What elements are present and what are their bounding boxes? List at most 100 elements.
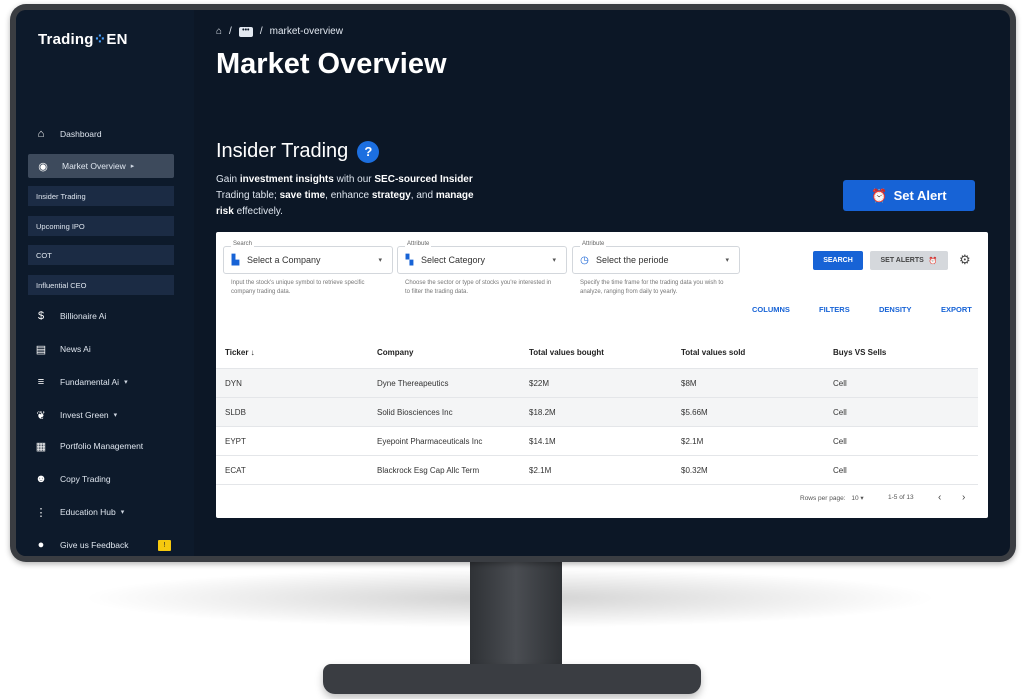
cell-ticker: ECAT <box>225 466 246 475</box>
chevron-down-icon: ▾ <box>113 412 118 419</box>
table-row[interactable]: ECAT Blackrock Esg Cap Allc Term $2.1M $… <box>216 456 978 485</box>
logo-text-suffix: EN <box>106 31 128 48</box>
chevron-down-icon: ▾ <box>378 257 382 264</box>
list-icon: ≡ <box>37 376 45 388</box>
clock-icon: ◷ <box>580 254 589 266</box>
search-button[interactable]: SEARCH <box>813 251 863 270</box>
monitor-stand-base <box>323 664 701 694</box>
sidebar-item-billionaire-ai[interactable]: $ Billionaire Ai <box>34 304 106 328</box>
monitor-stand-neck <box>470 562 562 670</box>
sidebar-item-label: News Ai <box>60 344 91 354</box>
sidebar-item-news-ai[interactable]: ▤ News Ai <box>34 337 91 361</box>
next-page-icon[interactable]: › <box>962 492 965 503</box>
section-intro: Gain investment insights with our SEC-so… <box>216 174 474 217</box>
cell-company: Blackrock Esg Cap Allc Term <box>377 466 480 475</box>
cell-buys-vs-sells: Cell <box>833 437 847 446</box>
column-header-ticker[interactable]: Ticker ↓ <box>225 348 255 357</box>
cell-sold: $8M <box>681 379 697 388</box>
insider-trading-table: Ticker ↓ Company Total values bought Tot… <box>216 337 978 485</box>
sidebar-item-education-hub[interactable]: ⋮ Education Hub ▾ <box>34 500 125 524</box>
cell-company: Dyne Thereapeutics <box>377 379 449 388</box>
filters-button[interactable]: FILTERS <box>819 305 850 314</box>
company-search-hint: Input the stock's unique symbol to retri… <box>231 280 365 295</box>
caret-right-icon: ▸ <box>130 163 135 170</box>
columns-button[interactable]: COLUMNS <box>752 305 790 314</box>
table-row[interactable]: SLDB Solid Biosciences Inc $18.2M $5.66M… <box>216 398 978 427</box>
sidebar-item-market-overview[interactable]: ◉ Market Overview ▸ <box>28 154 174 178</box>
sidebar-item-label: Fundamental Ai <box>60 377 120 387</box>
sidebar-item-portfolio-management[interactable]: ▦ Portfolio Management <box>34 434 143 458</box>
cell-company: Eyepoint Pharmaceuticals Inc <box>377 437 483 446</box>
sidebar-subitem-cot[interactable]: COT <box>28 245 174 265</box>
sidebar-item-dashboard[interactable]: ⌂ Dashboard <box>34 122 102 146</box>
monitor-frame: Trading⁘EN ⌂ Dashboard ◉ Market Overview… <box>10 4 1016 562</box>
section-title: Insider Trading ? <box>216 140 380 163</box>
period-select[interactable]: Attribute ◷ Select the periode ▾ <box>572 241 740 274</box>
home-icon[interactable]: ⌂ <box>216 26 222 37</box>
logo-text: Trading <box>38 31 94 48</box>
section-title-text: Insider Trading <box>216 140 349 162</box>
column-header-sold[interactable]: Total values sold <box>681 348 745 357</box>
sidebar-item-label: Give us Feedback <box>60 540 129 550</box>
cell-ticker: DYN <box>225 379 242 388</box>
category-icon: ▚ <box>405 254 414 266</box>
export-button[interactable]: EXPORT <box>941 305 972 314</box>
set-alert-button[interactable]: ⏰ Set Alert <box>843 180 975 211</box>
table-row[interactable]: EYPT Eyepoint Pharmaceuticals Inc $14.1M… <box>216 427 978 456</box>
cell-sold: $2.1M <box>681 437 704 446</box>
table-header-row: Ticker ↓ Company Total values bought Tot… <box>216 337 978 369</box>
sidebar-item-label: Education Hub <box>60 507 116 517</box>
help-icon[interactable]: ? <box>357 140 380 163</box>
category-select[interactable]: Attribute ▚ Select Category ▾ <box>397 241 567 274</box>
set-alert-label: Set Alert <box>893 188 947 203</box>
breadcrumb: ⌂ / ••• / market-overview <box>216 26 343 37</box>
rows-per-page[interactable]: Rows per page: 10 ▾ <box>800 494 864 502</box>
alarm-icon: ⏰ <box>928 257 938 265</box>
chat-icon: ● <box>37 539 45 551</box>
sidebar-item-label: Dashboard <box>60 129 102 139</box>
company-search-field[interactable]: Search ▙ Select a Company ▾ <box>223 241 393 274</box>
column-header-buys-vs-sells[interactable]: Buys VS Sells <box>833 348 886 357</box>
field-value: Select the periode <box>596 255 669 265</box>
sidebar-item-label: Billionaire Ai <box>60 311 107 321</box>
density-button[interactable]: DENSITY <box>879 305 912 314</box>
table-row[interactable]: DYN Dyne Thereapeutics $22M $8M Cell <box>216 369 978 398</box>
rows-per-page-label: Rows per page: <box>800 495 846 502</box>
sidebar-item-label: Copy Trading <box>60 474 111 484</box>
breadcrumb-separator: / <box>229 26 232 37</box>
users-icon: ☻ <box>35 473 47 485</box>
app-logo[interactable]: Trading⁘EN <box>38 30 128 48</box>
sidebar-item-invest-green[interactable]: ❦ Invest Green ▾ <box>34 403 117 427</box>
field-value: Select Category <box>421 255 486 265</box>
sidebar-item-label: Portfolio Management <box>60 441 144 451</box>
news-icon: ▤ <box>35 343 47 356</box>
breadcrumb-more-icon[interactable]: ••• <box>238 26 253 37</box>
cell-sold: $5.66M <box>681 408 708 417</box>
building-icon: ▙ <box>231 254 240 266</box>
field-label: Search <box>231 241 255 247</box>
breadcrumb-separator: / <box>259 26 263 37</box>
cell-sold: $0.32M <box>681 466 708 475</box>
prev-page-icon[interactable]: ‹ <box>938 492 941 503</box>
sidebar-item-copy-trading[interactable]: ☻ Copy Trading <box>34 467 111 491</box>
breadcrumb-current: market-overview <box>269 26 343 37</box>
cell-buys-vs-sells: Cell <box>833 466 847 475</box>
period-hint: Specify the time frame for the trading d… <box>580 280 724 295</box>
sidebar-item-feedback[interactable]: ● Give us Feedback <box>34 533 129 556</box>
scene: Trading⁘EN ⌂ Dashboard ◉ Market Overview… <box>0 0 1024 699</box>
page-title: Market Overview <box>216 48 447 80</box>
set-alerts-button[interactable]: SET ALERTS ⏰ <box>870 251 948 270</box>
sidebar-subitem-influential-ceo[interactable]: Influential CEO <box>28 275 174 295</box>
column-header-company[interactable]: Company <box>377 348 413 357</box>
column-header-bought[interactable]: Total values bought <box>529 348 604 357</box>
logo-mark-icon: ⁘ <box>93 31 107 48</box>
grid-icon: ▦ <box>35 440 47 453</box>
sidebar-item-fundamental-ai[interactable]: ≡ Fundamental Ai ▾ <box>34 370 128 394</box>
sidebar-subitem-upcoming-ipo[interactable]: Upcoming IPO <box>28 216 174 236</box>
cell-buys-vs-sells: Cell <box>833 408 847 417</box>
gear-icon[interactable]: ⚙ <box>959 252 971 268</box>
dollar-icon: $ <box>37 310 45 322</box>
sidebar-subitem-insider-trading[interactable]: Insider Trading <box>28 186 174 206</box>
insider-trading-card: Search ▙ Select a Company ▾ Input the st… <box>216 232 988 518</box>
feedback-badge: ! <box>158 540 171 551</box>
